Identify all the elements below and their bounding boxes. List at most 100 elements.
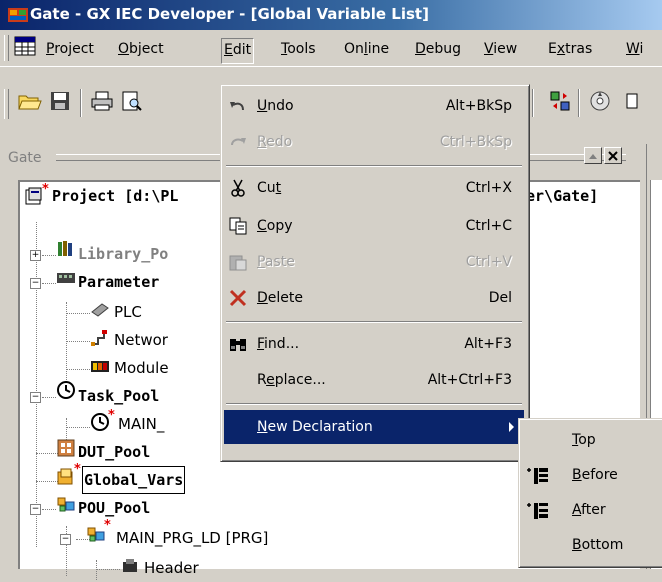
parameter-icon xyxy=(57,273,75,283)
tree-node-main-task[interactable]: MAIN_ xyxy=(118,410,164,438)
edit-dropdown-menu: Undo Alt+BkSp Redo Ctrl+BkSp Cut Ctrl+X … xyxy=(220,84,530,462)
save-button[interactable] xyxy=(46,87,74,115)
triangle-up-icon xyxy=(589,153,597,159)
menubar-grip[interactable] xyxy=(4,35,9,61)
menu-online[interactable]: Online xyxy=(342,37,391,61)
dut-pool-icon xyxy=(57,439,75,457)
print-button[interactable] xyxy=(88,87,116,115)
scissors-icon xyxy=(231,179,245,197)
tree-node-header[interactable]: Header xyxy=(144,554,199,582)
menu-view[interactable]: View xyxy=(482,37,519,61)
tree-node-parameter[interactable]: Parameter xyxy=(78,268,159,296)
compile-button[interactable] xyxy=(586,87,614,115)
insert-after-icon xyxy=(527,503,548,519)
app-logo-icon xyxy=(8,8,28,22)
close-icon xyxy=(608,150,618,161)
collapse-minus-icon[interactable]: − xyxy=(60,534,71,545)
menu-project[interactable]: Project xyxy=(44,37,96,61)
pou-program-icon xyxy=(87,527,105,542)
menu-item-replace[interactable]: Replace... Alt+Ctrl+F3 xyxy=(224,363,524,397)
gear-cd-icon xyxy=(590,91,610,111)
collapse-minus-icon[interactable]: − xyxy=(30,278,41,289)
print-preview-button[interactable] xyxy=(118,87,146,115)
delete-x-icon xyxy=(229,289,247,307)
menu-separator xyxy=(226,403,522,405)
tree-node-module[interactable]: Module xyxy=(114,354,169,382)
modified-star-icon: * xyxy=(42,182,49,197)
copy-icon xyxy=(229,217,247,235)
project-icon xyxy=(25,187,42,205)
submenu-item-before[interactable]: Before xyxy=(522,458,662,493)
submenu-item-bottom[interactable]: Bottom xyxy=(522,528,662,563)
menu-item-delete[interactable]: Delete Del xyxy=(224,281,524,315)
menu-item-new-declaration[interactable]: New Declaration xyxy=(224,410,524,444)
paste-icon xyxy=(229,255,247,271)
transfer-icon xyxy=(550,91,570,111)
transfer-button[interactable] xyxy=(546,87,574,115)
header-icon xyxy=(123,559,137,572)
toolbar-separator xyxy=(532,89,534,117)
tree-node-plc[interactable]: PLC xyxy=(114,298,142,326)
submenu-item-after[interactable]: After xyxy=(522,493,662,528)
tree-node-project[interactable]: Project [d:\PL xyxy=(52,182,178,210)
task-clock-icon xyxy=(91,413,109,431)
modified-star-icon: * xyxy=(104,518,111,533)
minimize-pane-button[interactable] xyxy=(584,147,602,164)
modified-star-icon: * xyxy=(108,408,115,423)
menu-item-undo[interactable]: Undo Alt+BkSp xyxy=(224,89,524,123)
document-grid-icon[interactable] xyxy=(14,36,36,56)
collapse-minus-icon[interactable]: − xyxy=(30,504,41,515)
open-folder-icon xyxy=(18,95,42,110)
menu-item-paste[interactable]: Paste Ctrl+V xyxy=(224,245,524,279)
library-books-icon xyxy=(58,241,72,256)
menu-edit[interactable]: Edit xyxy=(221,38,255,64)
collapse-minus-icon[interactable]: − xyxy=(30,392,41,403)
menu-window[interactable]: Wi xyxy=(624,37,645,61)
expand-plus-icon[interactable]: + xyxy=(30,250,41,261)
pou-pool-icon xyxy=(57,497,75,512)
tree-node-pou-pool[interactable]: POU_Pool xyxy=(78,494,150,522)
tree-node-main-prg-ld[interactable]: MAIN_PRG_LD [PRG] xyxy=(116,524,268,552)
toolbar-grip[interactable] xyxy=(4,89,9,119)
menu-item-redo[interactable]: Redo Ctrl+BkSp xyxy=(224,125,524,159)
menu-separator xyxy=(226,321,522,323)
window-title: Gate - GX IEC Developer - [Global Variab… xyxy=(30,5,429,23)
submenu-item-top[interactable]: Top xyxy=(522,423,662,458)
plc-chip-icon xyxy=(91,303,109,317)
menu-object[interactable]: Object xyxy=(116,37,166,61)
open-folder-button[interactable] xyxy=(16,87,44,115)
menu-separator xyxy=(226,165,522,167)
title-bar: Gate - GX IEC Developer - [Global Variab… xyxy=(0,0,662,30)
tree-window-caption: Gate xyxy=(8,150,42,166)
tree-node-project-path-suffix: er\Gate] xyxy=(526,187,599,205)
undo-icon xyxy=(230,102,244,111)
modified-star-icon: * xyxy=(74,462,81,477)
toolbar-more-button[interactable] xyxy=(618,87,646,115)
menu-item-cut[interactable]: Cut Ctrl+X xyxy=(224,171,524,205)
floppy-disk-icon xyxy=(51,92,69,110)
print-preview-icon xyxy=(122,91,142,111)
redo-icon xyxy=(231,138,246,146)
binoculars-icon xyxy=(230,339,246,351)
partial-tool-icon xyxy=(626,93,638,109)
insert-before-icon xyxy=(527,468,548,484)
submenu-arrow-icon xyxy=(509,422,514,432)
toolbar-separator xyxy=(80,89,82,117)
menu-item-find[interactable]: Find... Alt+F3 xyxy=(224,327,524,361)
new-declaration-submenu: Top Before After Bottom xyxy=(518,418,662,568)
tree-node-network[interactable]: Networ xyxy=(114,326,168,354)
network-icon xyxy=(91,330,107,346)
global-vars-icon xyxy=(57,468,73,485)
menu-bar: Project Object Edit Tools Online Debug V… xyxy=(0,30,662,66)
menu-debug[interactable]: Debug xyxy=(413,37,463,61)
close-pane-button[interactable] xyxy=(604,147,622,164)
tree-node-global-vars[interactable]: Global_Vars xyxy=(82,466,186,494)
printer-icon xyxy=(91,91,113,111)
menu-tools[interactable]: Tools xyxy=(279,37,318,61)
menu-item-copy[interactable]: Copy Ctrl+C xyxy=(224,209,524,243)
tree-node-dut-pool[interactable]: DUT_Pool xyxy=(78,438,150,466)
tree-node-task-pool[interactable]: Task_Pool xyxy=(78,382,159,410)
tree-node-library-pool[interactable]: Library_Po xyxy=(78,240,168,268)
task-clock-icon xyxy=(57,381,75,399)
menu-extras[interactable]: Extras xyxy=(546,37,594,61)
